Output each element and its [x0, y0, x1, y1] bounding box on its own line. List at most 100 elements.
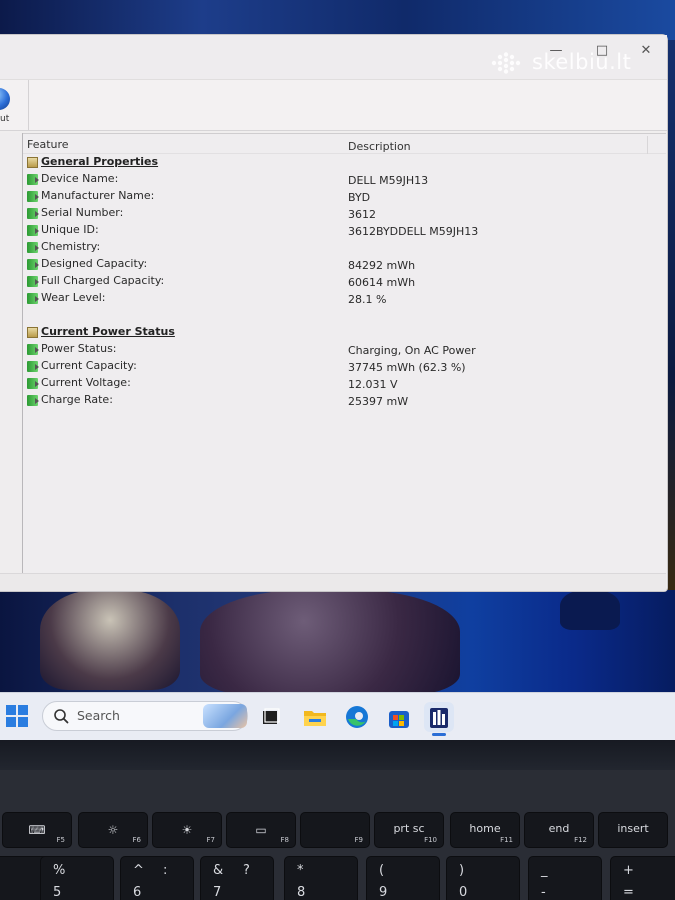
key-sublabel: F7: [206, 836, 215, 844]
property-row[interactable]: Designed Capacity: 84292 mWh: [23, 256, 663, 273]
edge-browser-icon[interactable]: [342, 702, 372, 732]
column-header-feature[interactable]: Feature: [27, 138, 69, 151]
laptop-bezel: [0, 740, 675, 770]
search-highlight-image: [203, 704, 247, 728]
number-row-key[interactable]: _ -: [528, 856, 602, 900]
key-sublabel: F6: [132, 836, 141, 844]
microsoft-store-icon[interactable]: [384, 702, 414, 732]
number-row-key[interactable]: * 8: [284, 856, 358, 900]
key-bottom-symbol: 6: [133, 885, 142, 900]
column-separator[interactable]: [647, 136, 648, 154]
property-label: Designed Capacity:: [41, 257, 148, 270]
property-value: 28.1 %: [348, 293, 387, 306]
property-row[interactable]: Power Status: Charging, On AC Power: [23, 341, 663, 358]
file-explorer-icon[interactable]: [300, 702, 330, 732]
key-top-symbol: _: [541, 863, 548, 878]
battery-item-icon: [27, 361, 39, 372]
property-value: 3612: [348, 208, 376, 221]
group-row[interactable]: Current Power Status: [23, 324, 663, 341]
folder-icon: [27, 327, 38, 338]
taskbar-search-box[interactable]: Search: [42, 701, 248, 731]
batteryinfoview-app-icon[interactable]: [424, 702, 454, 732]
battery-item-icon: [27, 395, 39, 406]
key-bottom-symbol: 0: [459, 885, 468, 900]
properties-list-view[interactable]: Feature Description General Properties De…: [23, 133, 666, 573]
key-home[interactable]: home F11: [450, 812, 520, 848]
property-row[interactable]: Current Capacity: 37745 mWh (62.3 %): [23, 358, 663, 375]
key-top-symbol: &: [213, 863, 224, 878]
battery-item-icon: [27, 174, 39, 185]
number-row-key[interactable]: ) 0: [446, 856, 520, 900]
number-row-key[interactable]: + =: [610, 856, 675, 900]
watermark: skelbiu.lt: [490, 50, 660, 76]
property-label: Current Capacity:: [41, 359, 137, 372]
property-row[interactable]: Chemistry:: [23, 239, 663, 256]
number-row-key[interactable]: % 5: [40, 856, 114, 900]
property-value: 3612BYDDELL M59JH13: [348, 225, 479, 238]
key-bottom-symbol: -: [541, 885, 546, 900]
task-view-icon[interactable]: [256, 702, 286, 732]
key-top-symbol: %: [53, 863, 66, 878]
folder-icon: [27, 157, 38, 168]
property-row[interactable]: Full Charged Capacity: 60614 mWh: [23, 273, 663, 290]
toolbar-button-label[interactable]: ut: [0, 114, 9, 124]
property-label: Serial Number:: [41, 206, 124, 219]
property-label: Full Charged Capacity:: [41, 274, 165, 287]
brightness-up-icon: ☀: [181, 823, 193, 837]
property-label: Manufacturer Name:: [41, 189, 155, 202]
key-top-symbol: (: [379, 863, 385, 878]
key-end[interactable]: end F12: [524, 812, 594, 848]
key-sublabel: F12: [574, 836, 587, 844]
about-globe-icon[interactable]: [0, 88, 10, 110]
key-alt-symbol: ?: [243, 863, 250, 878]
key-label: home: [469, 822, 501, 835]
property-row[interactable]: Manufacturer Name: BYD: [23, 188, 663, 205]
property-row[interactable]: Wear Level: 28.1 %: [23, 290, 663, 307]
property-label: Power Status:: [41, 342, 117, 355]
wallpaper-figure-left: [40, 590, 180, 690]
display-switch-icon: ▭: [255, 823, 267, 837]
search-icon: [54, 709, 69, 724]
column-header-row: Feature Description: [23, 134, 666, 154]
start-button[interactable]: [6, 705, 28, 727]
number-row-key[interactable]: &? 7: [200, 856, 274, 900]
property-row[interactable]: Current Voltage: 12.031 V: [23, 375, 663, 392]
search-placeholder: Search: [77, 708, 120, 723]
group-row[interactable]: General Properties: [23, 154, 663, 171]
number-row-key[interactable]: (9: [366, 856, 440, 900]
brightness-up-key[interactable]: ☀ F7: [152, 812, 222, 848]
brightness-down-icon: ☼: [107, 823, 119, 837]
function-key[interactable]: F9: [300, 812, 370, 848]
property-label: Chemistry:: [41, 240, 101, 253]
battery-item-icon: [27, 378, 39, 389]
key-bottom-symbol: =: [623, 885, 634, 900]
number-row-key[interactable]: ^: 6: [120, 856, 194, 900]
property-row[interactable]: Serial Number: 3612: [23, 205, 663, 222]
column-header-description[interactable]: Description: [348, 140, 411, 153]
property-row[interactable]: Device Name: DELL M59JH13: [23, 171, 663, 188]
property-value: DELL M59JH13: [348, 174, 429, 187]
battery-item-icon: [27, 208, 39, 219]
wallpaper-figure-center: [200, 590, 460, 695]
keyboard-backlight-key[interactable]: ⌨ F5: [2, 812, 72, 848]
laptop-keyboard: ⌨ F5 ☼ F6 ☀ F7 ▭ F8 F9 prt sc F10 home F11 end F12 inse…: [0, 770, 675, 900]
property-row[interactable]: Charge Rate: 25397 mW: [23, 392, 663, 409]
desktop-wallpaper-bottom: [0, 590, 675, 695]
key-label: insert: [617, 822, 649, 835]
key-label: end: [548, 822, 570, 835]
key-sublabel: F11: [500, 836, 513, 844]
key-bottom-symbol: 7: [213, 885, 222, 900]
key-insert[interactable]: insert: [598, 812, 668, 848]
key-sublabel: F8: [280, 836, 289, 844]
battery-item-icon: [27, 293, 39, 304]
display-switch-key[interactable]: ▭ F8: [226, 812, 296, 848]
property-value: BYD: [348, 191, 371, 204]
brightness-down-key[interactable]: ☼ F6: [78, 812, 148, 848]
property-label: Charge Rate:: [41, 393, 113, 406]
active-app-indicator: [432, 733, 446, 736]
key-top-symbol: ^: [133, 863, 144, 878]
key-sublabel: F9: [354, 836, 363, 844]
battery-item-icon: [27, 259, 39, 270]
key-prt-sc[interactable]: prt sc F10: [374, 812, 444, 848]
property-row[interactable]: Unique ID: 3612BYDDELL M59JH13: [23, 222, 663, 239]
